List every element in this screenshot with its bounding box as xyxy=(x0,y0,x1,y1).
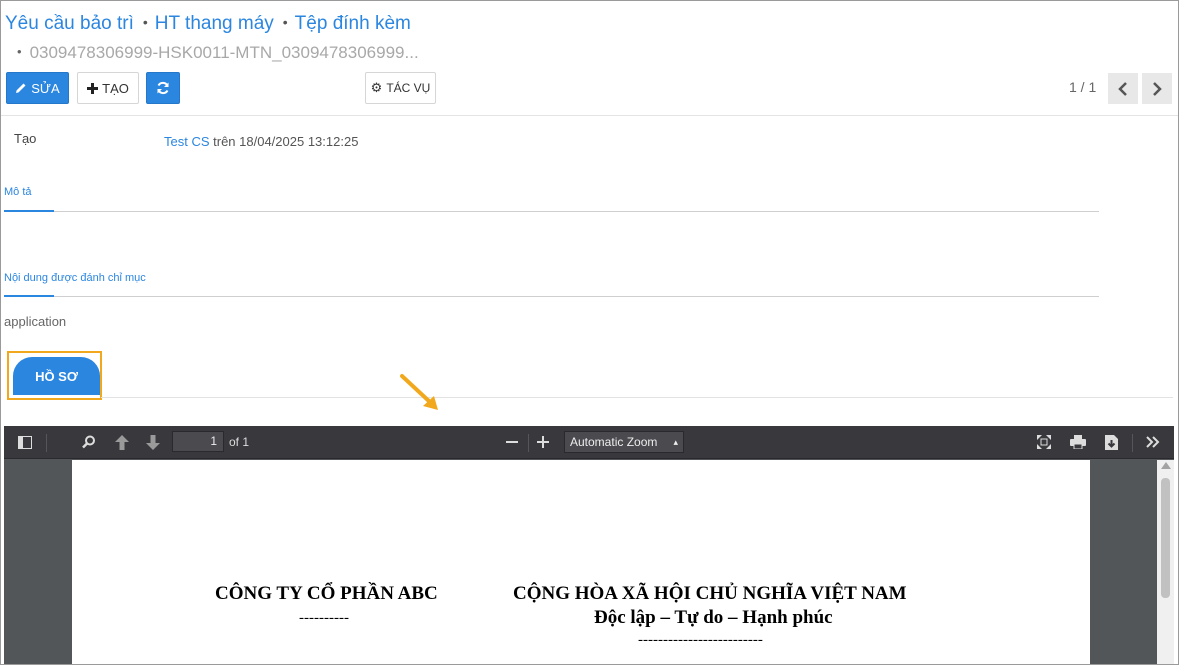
zoom-out-icon[interactable] xyxy=(501,431,523,453)
toolbar-separator xyxy=(1132,434,1133,452)
pdf-viewer: 1 of 1 Automatic Zoom ▴▾ xyxy=(4,426,1174,664)
created-info: Test CS trên 18/04/2025 13:12:25 xyxy=(164,134,358,149)
zoom-select[interactable]: Automatic Zoom ▴▾ xyxy=(564,431,684,467)
tools-menu-icon[interactable] xyxy=(1142,431,1164,453)
scroll-up-icon[interactable] xyxy=(1161,462,1171,469)
tab-description-underline xyxy=(4,210,54,212)
create-button-label: TẠO xyxy=(102,80,129,96)
tab-indexed-content-underline xyxy=(4,295,54,297)
tab-description[interactable]: Mô tả xyxy=(4,186,32,198)
page-count: of 1 xyxy=(229,435,250,449)
actions-label: TÁC VỤ xyxy=(386,81,431,95)
record-pager: 1 / 1 xyxy=(1069,79,1097,95)
doc-company-rule: ---------- xyxy=(299,610,349,626)
breadcrumb-current-label: 0309478306999-HSK0011-MTN_0309478306999.… xyxy=(29,43,419,62)
doc-nation-title: CỘNG HÒA XÃ HỘI CHỦ NGHĨA VIỆT NAM xyxy=(513,583,907,604)
pdf-scrollbar[interactable] xyxy=(1157,460,1174,664)
chevron-right-icon xyxy=(1153,81,1162,96)
zoom-in-icon[interactable] xyxy=(532,431,554,453)
profile-tab-button[interactable]: HỒ SƠ xyxy=(13,357,100,395)
pdf-toolbar: 1 of 1 Automatic Zoom ▴▾ xyxy=(4,426,1174,467)
mimetype-value: application xyxy=(4,314,67,329)
refresh-button[interactable] xyxy=(146,72,180,104)
annotation-arrow-icon xyxy=(400,374,438,410)
chevron-left-icon xyxy=(1118,81,1127,96)
breadcrumb-separator: • xyxy=(17,44,22,59)
breadcrumb: Yêu cầu bảo trì • HT thang máy • Tệp đính kè… xyxy=(5,13,411,35)
edit-button-label: SỬA xyxy=(31,80,60,96)
tab-divider xyxy=(54,211,1099,212)
doc-company-name: CÔNG TY CỔ PHẦN ABC xyxy=(215,583,438,604)
next-page-icon[interactable] xyxy=(142,431,164,453)
breadcrumb-item-elevator-system[interactable]: HT thang máy xyxy=(155,13,274,34)
presentation-mode-icon[interactable] xyxy=(1033,431,1055,453)
created-label: Tạo xyxy=(14,131,37,146)
created-on: trên 18/04/2025 13:12:25 xyxy=(213,134,359,149)
toolbar-separator xyxy=(528,434,529,452)
tab-indexed-content[interactable]: Nội dung được đánh chỉ mục xyxy=(4,272,146,284)
sidebar-toggle-icon[interactable] xyxy=(14,431,36,453)
toolbar-divider xyxy=(1,115,1178,116)
gear-icon: ⚙ xyxy=(370,80,383,95)
tab-divider xyxy=(54,296,1099,297)
next-record-button[interactable] xyxy=(1142,73,1172,104)
edit-button[interactable]: SỬA xyxy=(6,72,69,104)
doc-motto-rule: ------------------------- xyxy=(638,632,763,648)
pdf-page: CÔNG TY CỔ PHẦN ABC ---------- CỘNG HÒA … xyxy=(72,460,1090,664)
breadcrumb-item-attachments[interactable]: Tệp đính kèm xyxy=(295,13,411,34)
zoom-select-value: Automatic Zoom xyxy=(570,435,658,449)
page-number-input[interactable]: 1 xyxy=(172,431,224,452)
previous-record-button[interactable] xyxy=(1108,73,1138,104)
breadcrumb-separator: • xyxy=(142,14,148,30)
actions-dropdown[interactable]: ⚙ TÁC VỤ xyxy=(365,72,436,104)
breadcrumb-current: • 0309478306999-HSK0011-MTN_0309478306999… xyxy=(17,43,419,63)
profile-divider xyxy=(101,397,1173,398)
scrollbar-thumb[interactable] xyxy=(1161,478,1170,598)
breadcrumb-item-maintenance-request[interactable]: Yêu cầu bảo trì xyxy=(5,13,134,34)
find-icon[interactable] xyxy=(78,431,100,453)
doc-motto: Độc lập – Tự do – Hạnh phúc xyxy=(594,607,833,628)
previous-page-icon[interactable] xyxy=(111,431,133,453)
created-by-link[interactable]: Test CS xyxy=(164,134,210,149)
download-icon[interactable] xyxy=(1100,431,1122,453)
app-window: Yêu cầu bảo trì • HT thang máy • Tệp đính kè… xyxy=(0,0,1179,665)
toolbar-separator xyxy=(46,434,47,452)
pencil-icon xyxy=(16,83,26,93)
plus-icon xyxy=(87,82,99,94)
create-button[interactable]: TẠO xyxy=(77,72,139,104)
print-icon[interactable] xyxy=(1067,431,1089,453)
refresh-icon xyxy=(157,81,169,95)
breadcrumb-separator: • xyxy=(282,14,288,30)
